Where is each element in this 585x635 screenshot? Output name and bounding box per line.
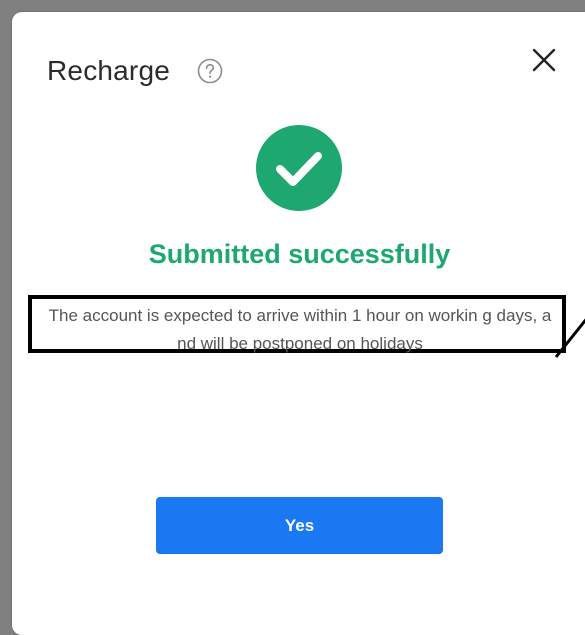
question-circle-icon[interactable]	[197, 58, 223, 84]
yes-button[interactable]: Yes	[156, 497, 443, 554]
arrival-note: The account is expected to arrive within…	[48, 306, 552, 353]
close-icon[interactable]	[529, 45, 559, 75]
success-headline: Submitted successfully	[148, 239, 451, 269]
recharge-dialog: Recharge Submitted successfully The acco…	[12, 12, 585, 635]
annotation-pointer	[554, 318, 585, 358]
dialog-title: Recharge	[47, 55, 171, 86]
annotation-box: The account is expected to arrive within…	[28, 295, 566, 353]
checkmark-circle-icon	[256, 125, 342, 211]
